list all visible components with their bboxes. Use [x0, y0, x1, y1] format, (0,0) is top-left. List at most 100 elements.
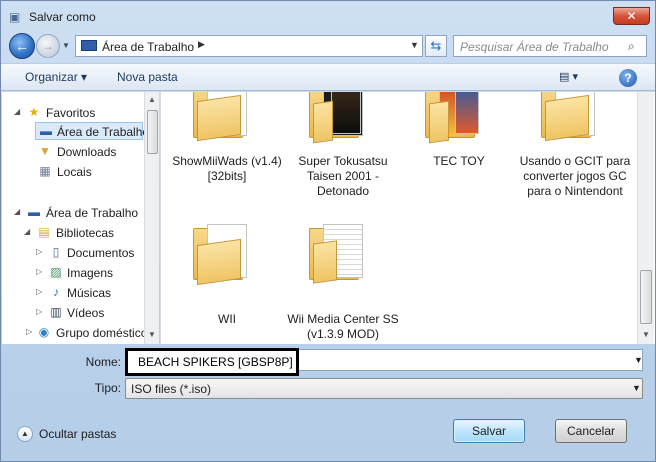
scroll-down-icon[interactable]: ▼: [148, 330, 156, 339]
title-bar: ▣ Salvar como ✕: [1, 1, 655, 31]
sidebar-item-label: Área de Trabalho: [46, 206, 139, 220]
collapse-arrow-icon[interactable]: ◢: [24, 227, 30, 236]
file-type-dropdown-icon[interactable]: ▼: [632, 383, 641, 393]
search-placeholder: Pesquisar Área de Trabalho: [460, 40, 609, 54]
collapse-up-icon: ▲: [17, 426, 33, 442]
sidebar-item-documents[interactable]: ▷ ▯ Documentos: [36, 244, 144, 262]
file-item[interactable]: Usando o GCIT para converter jogos GC pa…: [515, 92, 635, 217]
sidebar-item-desktop[interactable]: ▬ Área de Trabalho: [35, 122, 149, 140]
sidebar-item-label: Documentos: [67, 246, 135, 260]
sidebar-item-downloads[interactable]: ▼ Downloads: [35, 143, 143, 161]
folder-icon: [425, 92, 487, 150]
filename-input[interactable]: BEACH SPIKERS [GBSP8P]: [125, 348, 299, 376]
downloads-icon: ▼: [39, 144, 51, 158]
sidebar-item-videos[interactable]: ▷ ▥ Vídeos: [36, 304, 144, 322]
sidebar-item-label: Locais: [57, 165, 92, 179]
sidebar-item-favorites[interactable]: ◢ ★ Favoritos: [14, 104, 142, 122]
sidebar-item-label: Grupo doméstico: [56, 326, 148, 340]
places-icon: ▦: [39, 164, 51, 178]
save-form: Nome: ▼ BEACH SPIKERS [GBSP8P] Tipo: ISO…: [1, 345, 655, 403]
file-item[interactable]: WII: [167, 218, 287, 342]
desktop-icon: ▬: [40, 124, 52, 138]
file-item[interactable]: Super Tokusatsu Taisen 2001 - Detonado: [283, 92, 403, 202]
address-location[interactable]: Área de Trabalho: [102, 40, 194, 54]
sidebar-item-label: Área de Trabalho: [57, 125, 150, 139]
sidebar-item-label: Downloads: [57, 145, 117, 159]
save-button[interactable]: Salvar: [453, 419, 525, 443]
dialog-app-icon: ▣: [9, 10, 21, 24]
navigation-pane: ◢ ★ Favoritos ▬ Área de Trabalho ▼ Downl…: [2, 92, 159, 344]
sidebar-item-label: Vídeos: [67, 306, 105, 320]
expand-arrow-icon[interactable]: ▷: [26, 327, 32, 336]
desktop-icon: ▬: [28, 205, 40, 219]
expand-arrow-icon[interactable]: ▷: [36, 307, 42, 316]
file-item[interactable]: ShowMiiWads (v1.4) [32bits]: [167, 92, 287, 202]
command-toolbar: Organizar ▾ Nova pasta ▤ ▾ ?: [1, 63, 655, 91]
new-folder-button[interactable]: Nova pasta: [117, 70, 178, 84]
back-arrow-icon: ←: [15, 38, 29, 54]
collapse-arrow-icon[interactable]: ◢: [14, 207, 20, 216]
search-input[interactable]: Pesquisar Área de Trabalho ⌕: [453, 35, 647, 57]
close-button[interactable]: ✕: [613, 7, 650, 25]
libraries-icon: ▤: [38, 225, 50, 239]
folder-icon: [541, 92, 603, 150]
back-button[interactable]: ←: [9, 33, 35, 59]
sidebar-item-homegroup[interactable]: ▷ ◉ Grupo doméstico: [26, 324, 148, 342]
refresh-button[interactable]: ⇆: [425, 35, 447, 57]
change-view-button[interactable]: ▤ ▾: [559, 70, 593, 86]
sidebar-item-libraries[interactable]: ◢ ▤ Bibliotecas: [24, 224, 144, 242]
file-list-scrollbar[interactable]: ▼: [637, 92, 654, 344]
file-name: ShowMiiWads (v1.4) [32bits]: [172, 154, 282, 183]
organize-menu-button[interactable]: Organizar ▾: [25, 70, 87, 84]
file-name: TEC TOY: [433, 154, 485, 168]
recent-locations-dropdown[interactable]: ▼: [62, 41, 72, 51]
sidebar-item-label: Músicas: [67, 286, 112, 300]
sidebar-item-images[interactable]: ▷ ▨ Imagens: [36, 264, 144, 282]
dialog-footer: ▲ Ocultar pastas Salvar Cancelar: [1, 411, 655, 461]
file-list-pane: ShowMiiWads (v1.4) [32bits] Super Tokusa…: [160, 92, 655, 344]
sidebar-scroll-thumb[interactable]: [147, 110, 158, 154]
help-icon[interactable]: ?: [619, 69, 637, 87]
scroll-up-icon[interactable]: ▲: [148, 95, 156, 104]
filename-dropdown-icon[interactable]: ▼: [634, 355, 643, 365]
address-bar[interactable]: Área de Trabalho ▶ ▼: [75, 35, 423, 57]
videos-icon: ▥: [50, 305, 62, 319]
sidebar-item-desktop-root[interactable]: ◢ ▬ Área de Trabalho: [14, 204, 144, 222]
documents-icon: ▯: [52, 245, 60, 259]
window-title: Salvar como: [29, 10, 96, 24]
file-item[interactable]: TEC TOY: [399, 92, 519, 202]
sidebar-item-music[interactable]: ▷ ♪ Músicas: [36, 284, 144, 302]
sidebar-item-label: Imagens: [67, 266, 114, 280]
forward-arrow-icon: →: [42, 39, 54, 53]
collapse-arrow-icon[interactable]: ◢: [14, 107, 20, 116]
folder-icon: [309, 222, 371, 284]
homegroup-icon: ◉: [38, 325, 50, 339]
name-label: Nome:: [85, 355, 121, 369]
save-as-dialog: ▣ Salvar como ✕ ← → ▼ Área de Trabalho ▶…: [0, 0, 656, 462]
file-type-select[interactable]: ISO files (*.iso) ▼: [125, 378, 643, 399]
music-icon: ♪: [53, 285, 59, 299]
expand-arrow-icon[interactable]: ▷: [36, 287, 42, 296]
cancel-button[interactable]: Cancelar: [555, 419, 627, 443]
sidebar-item-places[interactable]: ▦ Locais: [35, 163, 143, 181]
folder-icon: [193, 222, 255, 286]
filename-value: BEACH SPIKERS [GBSP8P]: [138, 355, 293, 369]
expand-arrow-icon[interactable]: ▷: [36, 247, 42, 256]
type-label: Tipo:: [94, 381, 121, 395]
scroll-down-icon[interactable]: ▼: [642, 330, 650, 339]
star-icon: ★: [28, 105, 40, 119]
forward-button[interactable]: →: [36, 34, 60, 58]
file-name: WII: [218, 312, 236, 326]
file-name: Usando o GCIT para converter jogos GC pa…: [519, 154, 631, 198]
file-list-scroll-thumb[interactable]: [640, 270, 652, 324]
sidebar-item-label: Bibliotecas: [56, 226, 115, 240]
desktop-icon: [81, 40, 97, 51]
file-item[interactable]: Wii Media Center SS (v1.3.9 MOD): [283, 218, 403, 342]
sidebar-scrollbar[interactable]: ▲ ▼: [144, 92, 159, 344]
hide-folders-label: Ocultar pastas: [39, 427, 117, 441]
images-icon: ▨: [50, 265, 62, 279]
expand-arrow-icon[interactable]: ▷: [36, 267, 42, 276]
search-icon[interactable]: ⌕: [628, 39, 635, 54]
breadcrumb-chevron-icon[interactable]: ▶: [198, 39, 205, 50]
address-dropdown-icon[interactable]: ▼: [410, 40, 419, 50]
